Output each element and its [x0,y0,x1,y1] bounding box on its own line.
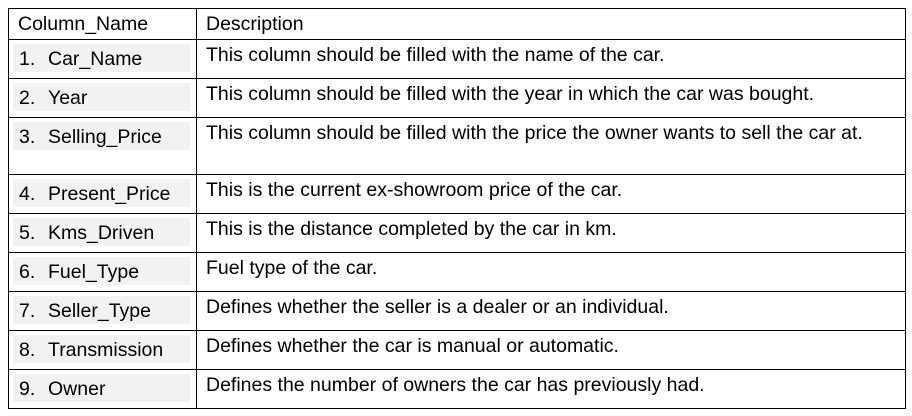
row-number: 6. [19,261,36,283]
description-cell: This column should be filled with the ye… [196,78,906,118]
column-name-header: Column_Name [8,8,197,40]
column-name-highlight: 3. Selling_Price [13,122,190,150]
row-number: 2. [19,87,36,109]
row-number: 4. [19,183,36,205]
column-name-highlight: 5. Kms_Driven [13,218,190,246]
column-name-highlight: 1. Car_Name [13,44,190,72]
row-number: 5. [19,222,36,244]
table-row: 8. Transmission Defines whether the car i… [8,330,906,370]
table-row: 3. Selling_Price This column should be fi… [8,117,906,175]
description-cell: This is the distance completed by the ca… [196,213,906,253]
description-cell: This is the current ex-showroom price of… [196,174,906,214]
column-name-cell: 9. Owner [8,369,197,409]
row-number: 1. [19,48,36,70]
table-row: 1. Car_Name This column should be filled … [8,39,906,79]
column-name: Year [48,87,88,109]
column-name: Car_Name [48,48,143,70]
description-cell: Defines whether the car is manual or aut… [196,330,906,370]
column-name: Present_Price [48,183,171,205]
column-name-highlight: 7. Seller_Type [13,296,190,324]
column-name: Selling_Price [48,126,162,148]
description-cell: This column should be filled with the pr… [196,117,906,175]
column-name-highlight: 6. Fuel_Type [13,257,190,285]
description-cell: Fuel type of the car. [196,252,906,292]
column-name-cell: 3. Selling_Price [8,117,197,175]
column-name-highlight: 4. Present_Price [13,179,190,207]
column-name-highlight: 8. Transmission [13,335,190,363]
column-name-cell: 1. Car_Name [8,39,197,79]
column-name: Transmission [48,339,164,361]
table-header-row: Column_Name Description [8,8,906,40]
column-description-table: Column_Name Description 1. Car_Name This … [8,8,906,409]
table-row: 7. Seller_Type Defines whether the seller… [8,291,906,331]
column-name-cell: 4. Present_Price [8,174,197,214]
table-row: 5. Kms_Driven This is the distance comple… [8,213,906,253]
column-name-cell: 7. Seller_Type [8,291,197,331]
description-cell: Defines whether the seller is a dealer o… [196,291,906,331]
row-number: 9. [19,378,36,400]
table-row: 4. Present_Price This is the current ex-s… [8,174,906,214]
column-name: Owner [48,378,106,400]
column-name: Kms_Driven [48,222,155,244]
column-name-cell: 6. Fuel_Type [8,252,197,292]
row-number: 8. [19,339,36,361]
column-name-cell: 2. Year [8,78,197,118]
column-name-highlight: 2. Year [13,83,190,111]
table-row: 9. Owner Defines the number of owners the… [8,369,906,409]
row-number: 7. [19,300,36,322]
description-cell: Defines the number of owners the car has… [196,369,906,409]
column-name-highlight: 9. Owner [13,374,190,402]
table-row: 6. Fuel_Type Fuel type of the car. [8,252,906,292]
description-header: Description [196,8,906,40]
table-row: 2. Year This column should be filled with… [8,78,906,118]
column-name: Seller_Type [48,300,151,322]
column-name-cell: 8. Transmission [8,330,197,370]
description-cell: This column should be filled with the na… [196,39,906,79]
column-name: Fuel_Type [48,261,140,283]
row-number: 3. [19,126,36,148]
table-body: Column_Name Description 1. Car_Name This … [8,8,906,409]
column-name-cell: 5. Kms_Driven [8,213,197,253]
